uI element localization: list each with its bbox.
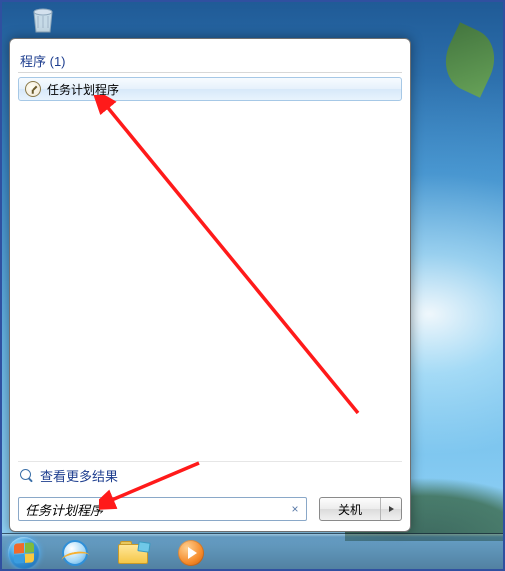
taskbar-media-player[interactable] <box>164 537 218 569</box>
chevron-right-icon <box>388 505 395 513</box>
recycle-bin-icon[interactable] <box>24 4 62 36</box>
see-more-label: 查看更多结果 <box>40 466 118 485</box>
clear-search-icon[interactable]: × <box>288 502 302 516</box>
taskbar-internet-explorer[interactable] <box>48 537 102 569</box>
programs-section-header: 程序 (1) <box>18 47 402 73</box>
search-result-task-scheduler[interactable]: 任务计划程序 <box>18 77 402 101</box>
internet-explorer-icon <box>62 540 88 566</box>
start-menu-results-body <box>18 101 402 459</box>
see-more-results[interactable]: 查看更多结果 <box>18 461 402 489</box>
start-button[interactable] <box>4 536 44 570</box>
search-result-label: 任务计划程序 <box>47 81 119 98</box>
task-scheduler-icon <box>25 81 41 97</box>
taskbar <box>0 533 505 571</box>
media-player-icon <box>178 540 204 566</box>
taskbar-file-explorer[interactable] <box>106 537 160 569</box>
windows-orb-icon <box>8 537 40 569</box>
start-menu: 程序 (1) 任务计划程序 查看更多结果 任务计划程序 × 关机 <box>9 38 411 532</box>
shutdown-button[interactable]: 关机 <box>320 498 381 520</box>
file-explorer-icon <box>118 542 148 564</box>
search-input[interactable]: 任务计划程序 × <box>18 497 307 521</box>
shutdown-label: 关机 <box>338 501 362 518</box>
search-icon <box>20 469 34 483</box>
search-input-value: 任务计划程序 <box>25 500 288 519</box>
shutdown-split-button: 关机 <box>319 497 402 521</box>
shutdown-options-button[interactable] <box>381 498 401 520</box>
